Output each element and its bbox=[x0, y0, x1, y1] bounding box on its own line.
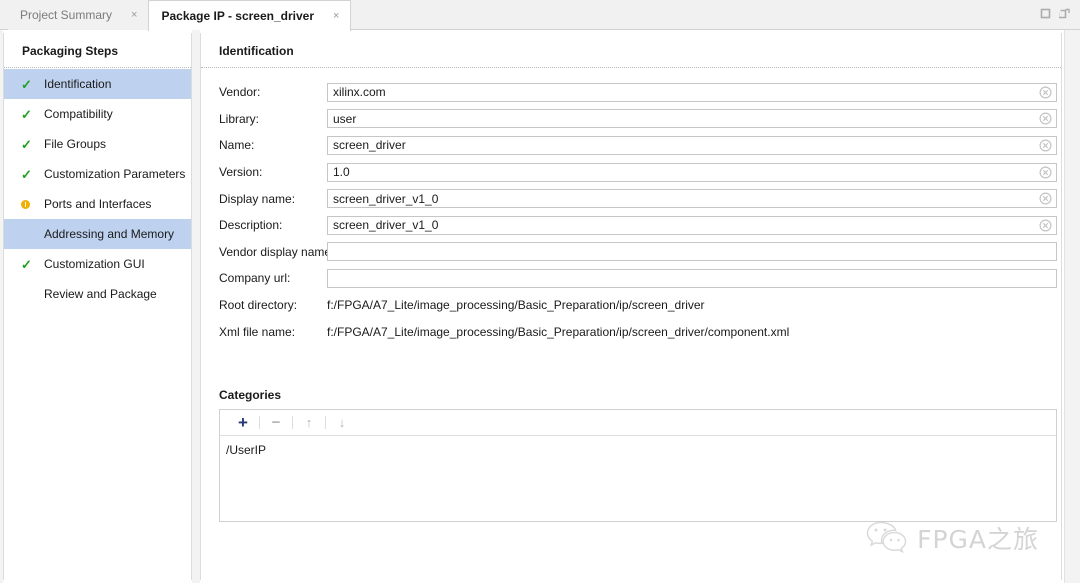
categories-toolbar: + − ↑ ↓ bbox=[220, 410, 1056, 436]
name-input[interactable] bbox=[327, 135, 1057, 155]
version-input[interactable] bbox=[327, 162, 1057, 182]
identification-form: Vendor: Library: bbox=[201, 79, 1061, 345]
categories-title: Categories bbox=[219, 388, 282, 402]
tab-package-ip[interactable]: Package IP - screen_driver × bbox=[148, 0, 352, 31]
sidebar-item-identification[interactable]: ✓ Identification bbox=[4, 69, 191, 99]
check-icon: ✓ bbox=[21, 76, 32, 92]
form-row-vendor-display-name: Vendor display name: bbox=[201, 239, 1061, 266]
sidebar-item-label: Addressing and Memory bbox=[44, 227, 175, 241]
clear-icon[interactable] bbox=[1039, 166, 1052, 179]
watermark-text: FPGA之旅 bbox=[917, 524, 1039, 554]
xml-file-name-value: f:/FPGA/A7_Lite/image_processing/Basic_P… bbox=[327, 324, 790, 339]
divider bbox=[201, 67, 1061, 69]
tab-strip: Project Summary × Package IP - screen_dr… bbox=[8, 0, 352, 31]
sidebar-item-file-groups[interactable]: ✓ File Groups bbox=[4, 129, 191, 159]
categories-box: + − ↑ ↓ /UserIP bbox=[219, 409, 1057, 522]
clear-icon[interactable] bbox=[1039, 112, 1052, 125]
field-label: Vendor display name: bbox=[219, 244, 335, 259]
tab-close-icon[interactable]: × bbox=[330, 9, 342, 24]
field-label: Root directory: bbox=[219, 298, 298, 313]
vendor-input[interactable] bbox=[327, 82, 1057, 102]
categories-section: Categories + − ↑ ↓ /UserIP bbox=[219, 388, 1057, 522]
window-controls bbox=[1040, 8, 1070, 19]
sidebar-item-customization-gui[interactable]: ✓ Customization GUI bbox=[4, 249, 191, 279]
form-row-library: Library: bbox=[201, 106, 1061, 133]
content-area: Packaging Steps ✓ Identification ✓ Compa… bbox=[0, 30, 1080, 583]
sidebar-item-customization-parameters[interactable]: ✓ Customization Parameters bbox=[4, 159, 191, 189]
sidebar-item-label: File Groups bbox=[44, 137, 107, 151]
form-row-xml-file-name: Xml file name: f:/FPGA/A7_Lite/image_pro… bbox=[201, 318, 1061, 345]
clear-icon[interactable] bbox=[1039, 139, 1052, 152]
toolbar-divider bbox=[259, 416, 260, 429]
check-icon: ✓ bbox=[21, 136, 32, 152]
tab-project-summary[interactable]: Project Summary × bbox=[8, 0, 149, 30]
company-url-input[interactable] bbox=[327, 268, 1057, 288]
float-icon[interactable] bbox=[1059, 8, 1070, 19]
field-label: Xml file name: bbox=[219, 324, 296, 339]
clear-icon[interactable] bbox=[1039, 219, 1052, 232]
check-icon: ✓ bbox=[21, 256, 32, 272]
maximize-icon[interactable] bbox=[1040, 8, 1051, 19]
field-label: Company url: bbox=[219, 271, 291, 286]
tab-bar: Project Summary × Package IP - screen_dr… bbox=[0, 0, 1080, 31]
packaging-steps-panel: Packaging Steps ✓ Identification ✓ Compa… bbox=[3, 33, 192, 580]
sidebar-item-label: Review and Package bbox=[44, 287, 157, 301]
field-label: Description: bbox=[219, 218, 283, 233]
tab-label: Package IP - screen_driver bbox=[161, 9, 315, 23]
clear-icon[interactable] bbox=[1039, 192, 1052, 205]
watermark: FPGA之旅 bbox=[865, 519, 1039, 556]
field-label: Library: bbox=[219, 111, 260, 126]
move-down-button[interactable]: ↓ bbox=[329, 410, 355, 435]
tab-close-icon[interactable]: × bbox=[128, 8, 140, 23]
check-icon: ✓ bbox=[21, 166, 32, 182]
add-category-button[interactable]: + bbox=[230, 410, 256, 435]
form-row-vendor: Vendor: bbox=[201, 79, 1061, 106]
description-input[interactable] bbox=[327, 215, 1057, 235]
form-row-root-directory: Root directory: f:/FPGA/A7_Lite/image_pr… bbox=[201, 292, 1061, 319]
warning-icon bbox=[21, 199, 36, 209]
identification-panel: Identification Vendor: Library: bbox=[200, 33, 1062, 580]
form-row-name: Name: bbox=[201, 132, 1061, 159]
tab-label: Project Summary bbox=[20, 8, 113, 22]
sidebar-item-ports-and-interfaces[interactable]: Ports and Interfaces bbox=[4, 189, 191, 219]
categories-list[interactable]: /UserIP bbox=[220, 436, 1056, 521]
display-name-input[interactable] bbox=[327, 189, 1057, 209]
package-ip-window: Project Summary × Package IP - screen_dr… bbox=[0, 0, 1080, 583]
sidebar-item-compatibility[interactable]: ✓ Compatibility bbox=[4, 99, 191, 129]
vendor-display-name-input[interactable] bbox=[327, 242, 1057, 262]
toolbar-divider bbox=[292, 416, 293, 429]
field-label: Vendor: bbox=[219, 85, 261, 100]
form-row-display-name: Display name: bbox=[201, 185, 1061, 212]
sidebar-item-label: Compatibility bbox=[44, 107, 113, 121]
page-title: Identification bbox=[219, 44, 294, 58]
field-label: Display name: bbox=[219, 191, 296, 206]
form-row-version: Version: bbox=[201, 159, 1061, 186]
form-row-company-url: Company url: bbox=[201, 265, 1061, 292]
list-item[interactable]: /UserIP bbox=[226, 442, 1056, 458]
sidebar-item-label: Identification bbox=[44, 77, 112, 91]
field-label: Name: bbox=[219, 138, 255, 153]
move-up-button[interactable]: ↑ bbox=[296, 410, 322, 435]
root-directory-value: f:/FPGA/A7_Lite/image_processing/Basic_P… bbox=[327, 298, 705, 313]
sidebar-item-label: Customization GUI bbox=[44, 257, 145, 271]
sidebar-item-addressing-and-memory[interactable]: Addressing and Memory bbox=[4, 219, 191, 249]
packaging-steps-list: ✓ Identification ✓ Compatibility ✓ File … bbox=[4, 69, 191, 309]
library-input[interactable] bbox=[327, 109, 1057, 129]
packaging-steps-title: Packaging Steps bbox=[22, 44, 119, 58]
sidebar-item-label: Customization Parameters bbox=[44, 167, 186, 181]
sidebar-item-label: Ports and Interfaces bbox=[44, 197, 152, 211]
sidebar-item-review-and-package[interactable]: Review and Package bbox=[4, 279, 191, 309]
toolbar-divider bbox=[325, 416, 326, 429]
field-label: Version: bbox=[219, 165, 263, 180]
remove-category-button[interactable]: − bbox=[263, 410, 289, 435]
clear-icon[interactable] bbox=[1039, 86, 1052, 99]
check-icon: ✓ bbox=[21, 106, 32, 122]
wechat-icon bbox=[865, 519, 909, 556]
form-row-description: Description: bbox=[201, 212, 1061, 239]
